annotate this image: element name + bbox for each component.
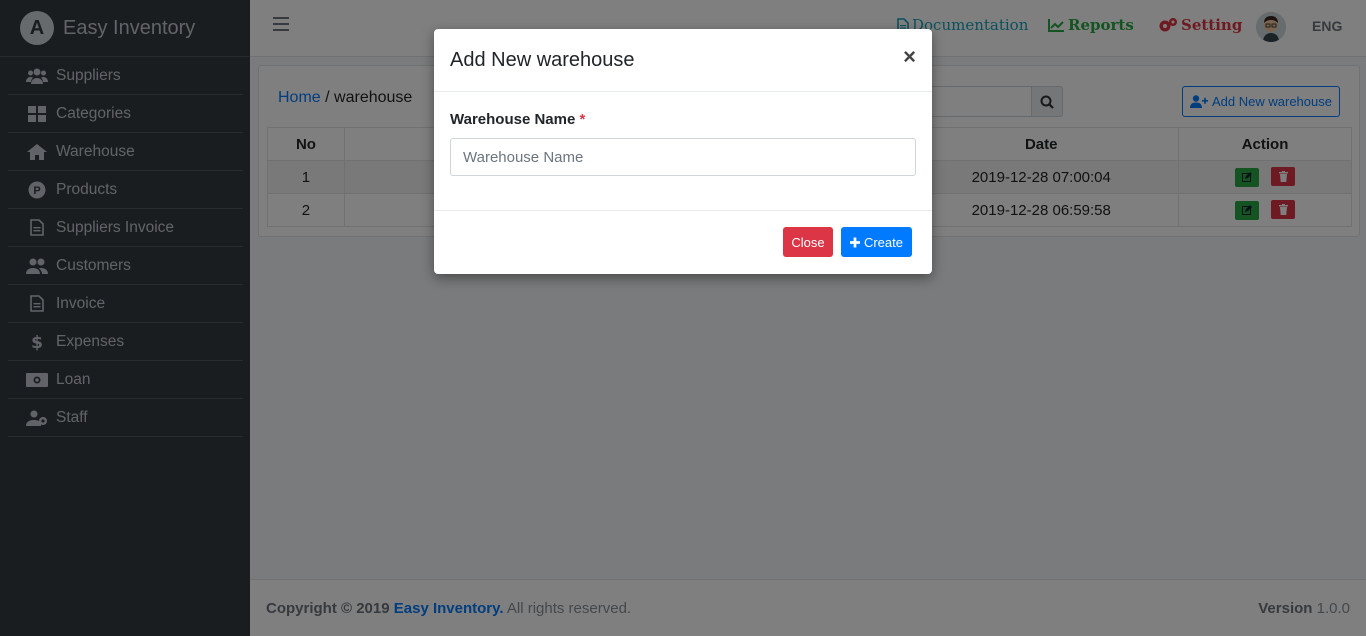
create-label: Create	[863, 234, 903, 250]
modal-header: Add New warehouse ×	[434, 29, 932, 92]
close-button[interactable]: Close	[783, 227, 833, 257]
required-mark: *	[579, 111, 586, 128]
modal-footer: Close Create	[434, 211, 932, 273]
close-icon[interactable]: ×	[903, 46, 916, 68]
warehouse-name-field[interactable]: Warehouse Name	[450, 138, 916, 176]
create-button[interactable]: Create	[841, 227, 912, 257]
add-warehouse-modal: Add New warehouse × Warehouse Name * War…	[434, 29, 932, 274]
plus-icon	[850, 237, 860, 247]
warehouse-name-placeholder: Warehouse Name	[463, 148, 584, 166]
modal-body: Warehouse Name * Warehouse Name	[434, 92, 932, 211]
modal-title: Add New warehouse	[450, 48, 635, 71]
field-label-text: Warehouse Name	[450, 111, 576, 128]
warehouse-name-label: Warehouse Name *	[450, 111, 916, 128]
